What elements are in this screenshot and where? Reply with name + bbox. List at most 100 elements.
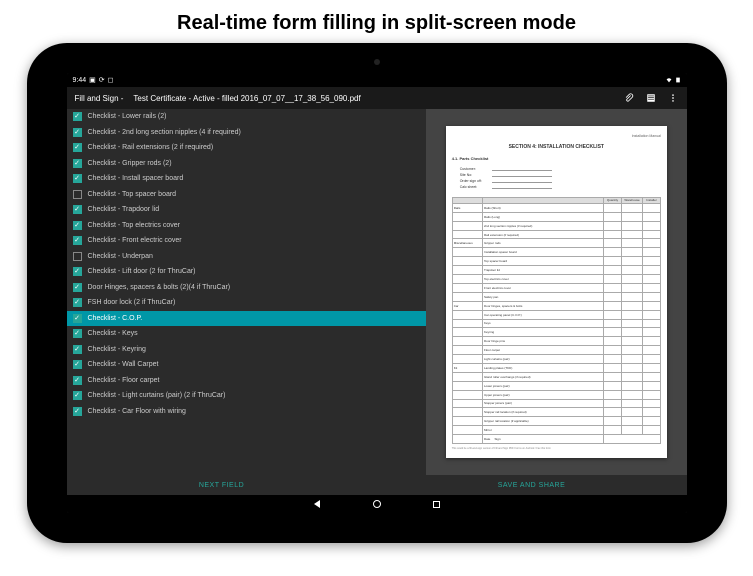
checklist-item[interactable]: Checklist - Light curtains (pair) (2 if … (67, 388, 427, 404)
checkbox-icon[interactable] (73, 205, 82, 214)
checkbox-icon[interactable] (73, 283, 82, 292)
checklist-item[interactable]: Checklist - Top electrics cover (67, 218, 427, 234)
checkbox-icon[interactable] (73, 236, 82, 245)
nav-back-button[interactable] (312, 499, 322, 509)
checklist-item[interactable]: Checklist - C.O.P. (67, 311, 427, 327)
checklist-item[interactable]: Checklist - Trapdoor lid (67, 202, 427, 218)
table-cell (604, 408, 622, 417)
device-screen: 9:44 ▣ ⟳ ◻ Fill and Sign - Test Certific… (67, 73, 687, 513)
table-cell (604, 426, 622, 435)
checklist-item-label: Checklist - Rail extensions (2 if requir… (88, 144, 214, 151)
status-time: 9:44 (73, 77, 87, 84)
table-cell (621, 239, 642, 248)
checkbox-icon[interactable] (73, 143, 82, 152)
doc-subtitle: 4.1. Parts Checklist (452, 156, 661, 161)
table-cell (621, 390, 642, 399)
attach-icon[interactable] (623, 92, 635, 104)
app-bar-title: Fill and Sign - (75, 94, 124, 103)
checklist-item[interactable]: Checklist - 2nd long section nipples (4 … (67, 125, 427, 141)
table-cell: Top electrics cover (482, 275, 603, 284)
checkbox-icon[interactable] (73, 190, 82, 199)
doc-footer-note: This could be a fill-and-sign version of… (452, 447, 661, 450)
table-cell (452, 426, 482, 435)
checklist-item[interactable]: Checklist - Top spacer board (67, 187, 427, 203)
checkbox-icon[interactable] (73, 407, 82, 416)
table-cell (643, 266, 661, 275)
checkbox-icon[interactable] (73, 360, 82, 369)
table-row: Floor carpet (452, 346, 660, 355)
table-cell: 2nd long section nipples (if required) (482, 221, 603, 230)
checkbox-icon[interactable] (73, 159, 82, 168)
checkbox-icon[interactable] (73, 329, 82, 338)
checkbox-icon[interactable] (73, 174, 82, 183)
checkbox-icon[interactable] (73, 376, 82, 385)
checkbox-icon[interactable] (73, 128, 82, 137)
table-cell (643, 301, 661, 310)
doc-field-label: Order sign off: (460, 179, 490, 183)
checkbox-icon[interactable] (73, 298, 82, 307)
bottom-action-bar: NEXT FIELD SAVE AND SHARE (67, 475, 687, 495)
doc-field-row: Order sign off: (460, 179, 661, 183)
table-cell (604, 257, 622, 266)
sync-icon: ⟳ (99, 76, 105, 84)
nav-home-button[interactable] (372, 499, 382, 509)
table-cell (643, 381, 661, 390)
table-cell (604, 355, 622, 364)
checklist-item[interactable]: Checklist - Keys (67, 326, 427, 342)
table-cell (621, 257, 642, 266)
nav-recent-button[interactable] (432, 499, 442, 509)
checkbox-icon[interactable] (73, 345, 82, 354)
checklist-item[interactable]: Checklist - Front electric cover (67, 233, 427, 249)
checklist-panel: Checklist - Lower rails (2)Checklist - 2… (67, 109, 427, 475)
checklist-item-label: Checklist - C.O.P. (88, 315, 143, 322)
table-cell: Door hinges, spacers & bolts (482, 301, 603, 310)
document-preview-panel[interactable]: Installation Manual SECTION 4: INSTALLAT… (426, 109, 686, 475)
table-row: Lower joiners (pair) (452, 381, 660, 390)
checklist-item[interactable]: Checklist - Gripper rods (2) (67, 156, 427, 172)
table-cell (452, 230, 482, 239)
table-cell (452, 390, 482, 399)
table-row: Trapdoor lid (452, 266, 660, 275)
table-cell (604, 399, 622, 408)
table-cell (621, 363, 642, 372)
table-cell (604, 301, 622, 310)
table-cell (604, 435, 661, 444)
checklist-item[interactable]: Checklist - Wall Carpet (67, 357, 427, 373)
table-cell (643, 337, 661, 346)
checklist-item-label: Checklist - Top spacer board (88, 191, 177, 198)
save-share-button[interactable]: SAVE AND SHARE (377, 475, 687, 495)
table-cell: Keyring (482, 328, 603, 337)
checklist-item[interactable]: Checklist - Lower rails (2) (67, 109, 427, 125)
table-cell (452, 417, 482, 426)
table-cell (621, 399, 642, 408)
checkbox-icon[interactable] (73, 112, 82, 121)
more-icon[interactable] (667, 92, 679, 104)
table-cell (604, 381, 622, 390)
table-cell (643, 363, 661, 372)
checkbox-icon[interactable] (73, 252, 82, 261)
checklist-item[interactable]: Checklist - Lift door (2 for ThruCar) (67, 264, 427, 280)
checklist-item[interactable]: Checklist - Underpan (67, 249, 427, 265)
doc-field-line (492, 173, 552, 177)
table-cell (452, 212, 482, 221)
checkbox-icon[interactable] (73, 267, 82, 276)
checkbox-icon[interactable] (73, 391, 82, 400)
checklist-item[interactable]: Checklist - Car Floor with wiring (67, 404, 427, 420)
checklist-item[interactable]: Door Hinges, spacers & bolts (2)(4 if Th… (67, 280, 427, 296)
next-field-button[interactable]: NEXT FIELD (67, 475, 377, 495)
checklist-item[interactable]: Checklist - Floor carpet (67, 373, 427, 389)
table-cell (452, 328, 482, 337)
table-cell (604, 212, 622, 221)
checklist-item[interactable]: FSH door lock (2 if ThruCar) (67, 295, 427, 311)
table-cell (643, 399, 661, 408)
table-row: Front electrics cover (452, 283, 660, 292)
checkbox-icon[interactable] (73, 314, 82, 323)
checklist-item[interactable]: Checklist - Rail extensions (2 if requir… (67, 140, 427, 156)
checklist-item[interactable]: Checklist - Install spacer board (67, 171, 427, 187)
view-mode-icon[interactable] (645, 92, 657, 104)
checkbox-icon[interactable] (73, 221, 82, 230)
table-cell (452, 399, 482, 408)
checklist-item[interactable]: Checklist - Keyring (67, 342, 427, 358)
table-cell (452, 275, 482, 284)
checklist-item-label: Checklist - Wall Carpet (88, 361, 159, 368)
